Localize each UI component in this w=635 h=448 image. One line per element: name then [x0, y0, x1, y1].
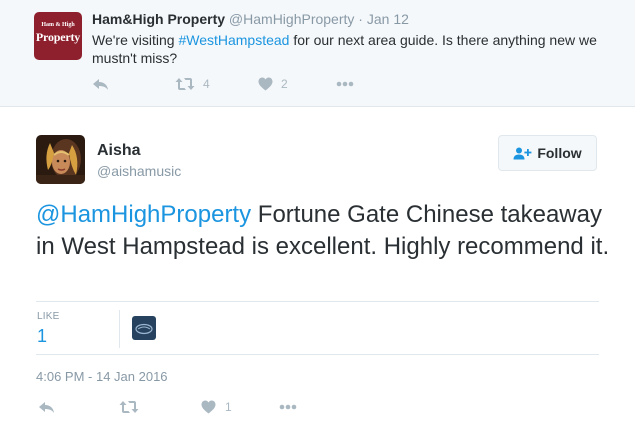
follow-label: Follow: [537, 145, 582, 161]
heart-icon: [201, 400, 216, 414]
like-count: 2: [281, 77, 288, 91]
retweet-icon: [119, 401, 139, 413]
like-button[interactable]: 1: [201, 400, 279, 414]
tweet-stats: LIKE 1: [36, 301, 599, 355]
reply-icon: [93, 79, 108, 90]
liker-avatar-image: [135, 323, 153, 335]
retweet-icon: [175, 78, 195, 90]
tweet-actions: 1: [38, 400, 297, 414]
parent-actions: 4 2: [92, 77, 354, 91]
parent-tweet[interactable]: Ham & High Property Ham&High Property @H…: [0, 0, 635, 107]
retweet-count: 4: [203, 77, 210, 91]
liker-avatar[interactable]: [132, 316, 156, 340]
parent-header: Ham&High Property @HamHighProperty · Jan…: [92, 11, 409, 27]
stat-divider: [119, 310, 120, 348]
author-handle[interactable]: @aishamusic: [97, 163, 181, 179]
avatar-logo-big: Property: [35, 30, 81, 44]
reply-icon: [39, 402, 54, 413]
likes-stat-count[interactable]: 1: [37, 326, 47, 347]
reply-button[interactable]: [92, 77, 175, 91]
more-button[interactable]: [336, 81, 354, 87]
heart-icon: [258, 77, 273, 91]
avatar-photo: [36, 135, 85, 184]
parent-date[interactable]: Jan 12: [367, 11, 409, 27]
parent-author-name[interactable]: Ham&High Property: [92, 11, 225, 27]
follow-user-icon: [513, 147, 532, 159]
author-name[interactable]: Aisha: [97, 142, 141, 160]
parent-avatar[interactable]: Ham & High Property: [34, 12, 82, 60]
like-button[interactable]: 2: [258, 77, 336, 91]
more-icon: [336, 81, 354, 87]
mention-link[interactable]: @HamHighProperty: [36, 201, 251, 228]
retweet-button[interactable]: 4: [175, 77, 258, 91]
header-separator: ·: [358, 11, 363, 27]
tweet-timestamp[interactable]: 4:06 PM - 14 Jan 2016: [36, 369, 168, 384]
tweet-text: @HamHighProperty Fortune Gate Chinese ta…: [36, 199, 616, 263]
retweet-button[interactable]: [119, 400, 201, 414]
more-button[interactable]: [279, 404, 297, 410]
follow-button[interactable]: Follow: [498, 135, 597, 171]
reply-button[interactable]: [38, 400, 119, 414]
likes-stat-label: LIKE: [37, 311, 60, 322]
hashtag-link[interactable]: #WestHampstead: [178, 32, 289, 48]
parent-author-handle[interactable]: @HamHighProperty: [229, 11, 354, 27]
parent-tweet-text: We're visiting #WestHampstead for our ne…: [92, 31, 612, 67]
avatar-logo-small: Ham & High: [41, 22, 75, 28]
author-avatar[interactable]: [36, 135, 85, 184]
more-icon: [279, 404, 297, 410]
like-count: 1: [225, 400, 232, 414]
parent-text-before: We're visiting: [92, 32, 179, 48]
